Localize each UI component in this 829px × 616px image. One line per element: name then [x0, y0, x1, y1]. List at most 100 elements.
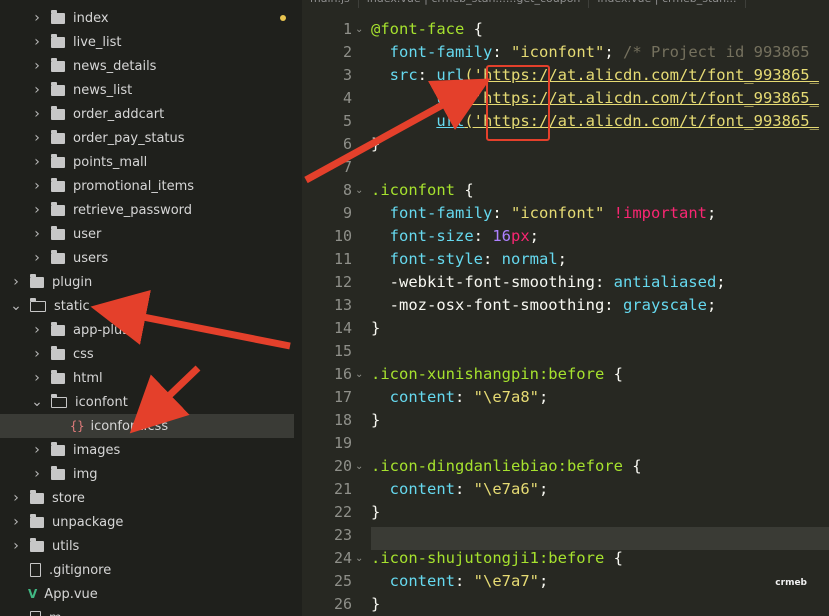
code-token: "\e7a6" [473, 480, 539, 498]
chevron-right-icon[interactable]: › [31, 250, 43, 266]
code-line[interactable]: } [371, 135, 380, 153]
fold-chevron-icon[interactable]: ⌄ [355, 24, 367, 35]
code-line[interactable]: font-style: normal; [371, 250, 567, 268]
tree-item-m-[interactable]: m... [0, 606, 294, 616]
code-line[interactable]: url('https://at.alicdn.com/t/font_993865… [371, 112, 819, 130]
code-token: "\e7a8" [473, 388, 539, 406]
tree-item-index[interactable]: › index [0, 6, 294, 30]
chevron-right-icon[interactable]: › [31, 466, 43, 482]
code-token: { [622, 457, 642, 475]
tree-item-label: iconfont [75, 394, 128, 410]
chevron-right-icon[interactable]: › [31, 442, 43, 458]
tree-item-order-addcart[interactable]: › order_addcart [0, 102, 294, 126]
code-token: font-family [371, 43, 493, 61]
tree-item-app-vue[interactable]: V App.vue [0, 582, 294, 606]
code-line[interactable]: .icon-shujutongji1:before { [371, 549, 623, 567]
code-line[interactable]: .icon-dingdanliebiao:before { [371, 457, 642, 475]
code-line[interactable]: @font-face { [371, 20, 483, 38]
code-line[interactable]: } [371, 503, 380, 521]
folder-icon [30, 273, 44, 288]
code-token: content [371, 388, 455, 406]
editor-tab[interactable]: index.vue | crmeb_stan... [589, 0, 746, 8]
code-line[interactable]: } [371, 411, 380, 429]
tree-item-img[interactable]: › img [0, 462, 294, 486]
tree-item-label: iconfont.css [90, 418, 169, 434]
tree-item-static[interactable]: ⌄ static [0, 294, 294, 318]
code-line[interactable]: .icon-xunishangpin:before { [371, 365, 623, 383]
chevron-right-icon[interactable]: › [31, 370, 43, 386]
tree-item-news-list[interactable]: › news_list [0, 78, 294, 102]
chevron-right-icon[interactable]: › [31, 82, 43, 98]
fold-chevron-icon[interactable]: ⌄ [355, 553, 367, 564]
code-line[interactable]: .iconfont { [371, 181, 474, 199]
line-number: 2 [342, 43, 352, 61]
code-line[interactable]: content: "\e7a6"; [371, 480, 549, 498]
code-line[interactable]: -webkit-font-smoothing: antialiased; [371, 273, 726, 291]
folder-icon [51, 465, 65, 480]
code-line[interactable]: -moz-osx-font-smoothing: grayscale; [371, 296, 717, 314]
chevron-right-icon[interactable]: › [31, 226, 43, 242]
chevron-right-icon[interactable]: › [31, 106, 43, 122]
chevron-down-icon[interactable]: ⌄ [31, 394, 43, 410]
line-number: 23 [333, 526, 352, 544]
fold-chevron-icon[interactable]: ⌄ [355, 185, 367, 196]
tree-item-html[interactable]: › html [0, 366, 294, 390]
chevron-right-icon[interactable]: › [31, 322, 43, 338]
line-number: 17 [333, 388, 352, 406]
code-line[interactable]: content: "\e7a7"; [371, 572, 549, 590]
code-line[interactable]: src: url('https://at.alicdn.com/t/font_9… [371, 66, 819, 84]
tree-item-iconfont-css[interactable]: {} iconfont.css [0, 414, 294, 438]
code-token: } [371, 319, 381, 337]
chevron-right-icon[interactable]: › [31, 130, 43, 146]
tree-item-news-details[interactable]: › news_details [0, 54, 294, 78]
code-line[interactable]: } [371, 319, 380, 337]
code-token: { [464, 20, 483, 38]
chevron-right-icon[interactable]: › [31, 154, 43, 170]
tree-item-iconfont[interactable]: ⌄ iconfont [0, 390, 294, 414]
chevron-right-icon[interactable]: › [10, 514, 22, 530]
tree-item-utils[interactable]: › utils [0, 534, 294, 558]
chevron-right-icon[interactable]: › [31, 178, 43, 194]
chevron-right-icon[interactable]: › [31, 202, 43, 218]
code-token: content [371, 572, 455, 590]
tree-item-promotional-items[interactable]: › promotional_items [0, 174, 294, 198]
code-editor[interactable]: main.jsindex.vue | crmeb_stan......get_c… [302, 0, 829, 616]
chevron-right-icon[interactable]: › [10, 538, 22, 554]
tree-item-store[interactable]: › store [0, 486, 294, 510]
chevron-right-icon[interactable]: › [31, 346, 43, 362]
chevron-down-icon[interactable]: ⌄ [10, 298, 22, 314]
code-line[interactable]: url('https://at.alicdn.com/t/font_993865… [371, 89, 819, 107]
chevron-right-icon[interactable]: › [10, 274, 22, 290]
code-line[interactable]: } [371, 595, 380, 613]
code-token: ; [539, 388, 549, 406]
folder-icon [51, 57, 65, 72]
chevron-right-icon[interactable]: › [10, 490, 22, 506]
code-line[interactable]: font-family: "iconfont" !important; [371, 204, 717, 222]
chevron-right-icon[interactable]: › [31, 10, 43, 26]
editor-tab[interactable]: index.vue | crmeb_stan......get_coupon [359, 0, 590, 8]
tree-item-live-list[interactable]: › live_list [0, 30, 294, 54]
tree-item-retrieve-password[interactable]: › retrieve_password [0, 198, 294, 222]
tree-item-css[interactable]: › css [0, 342, 294, 366]
editor-tab[interactable]: main.js [302, 0, 359, 8]
line-number: 13 [333, 296, 352, 314]
tree-item-users[interactable]: › users [0, 246, 294, 270]
chevron-right-icon[interactable]: › [31, 58, 43, 74]
code-line[interactable]: content: "\e7a8"; [371, 388, 549, 406]
tree-item-order-pay-status[interactable]: › order_pay_status [0, 126, 294, 150]
tree-item-points-mall[interactable]: › points_mall [0, 150, 294, 174]
chevron-right-icon[interactable]: › [31, 34, 43, 50]
tree-item-unpackage[interactable]: › unpackage [0, 510, 294, 534]
fold-chevron-icon[interactable]: ⌄ [355, 461, 367, 472]
tree-item-app-plus[interactable]: › app-plus [0, 318, 294, 342]
code-line[interactable]: font-size: 16px; [371, 227, 539, 245]
folder-icon [51, 9, 65, 24]
fold-chevron-icon[interactable]: ⌄ [355, 369, 367, 380]
tree-item--gitignore[interactable]: .gitignore [0, 558, 294, 582]
tree-item-images[interactable]: › images [0, 438, 294, 462]
code-token: : [417, 66, 437, 84]
tree-item-plugin[interactable]: › plugin [0, 270, 294, 294]
code-line[interactable]: font-family: "iconfont"; /* Project id 9… [371, 43, 810, 61]
tree-item-user[interactable]: › user [0, 222, 294, 246]
